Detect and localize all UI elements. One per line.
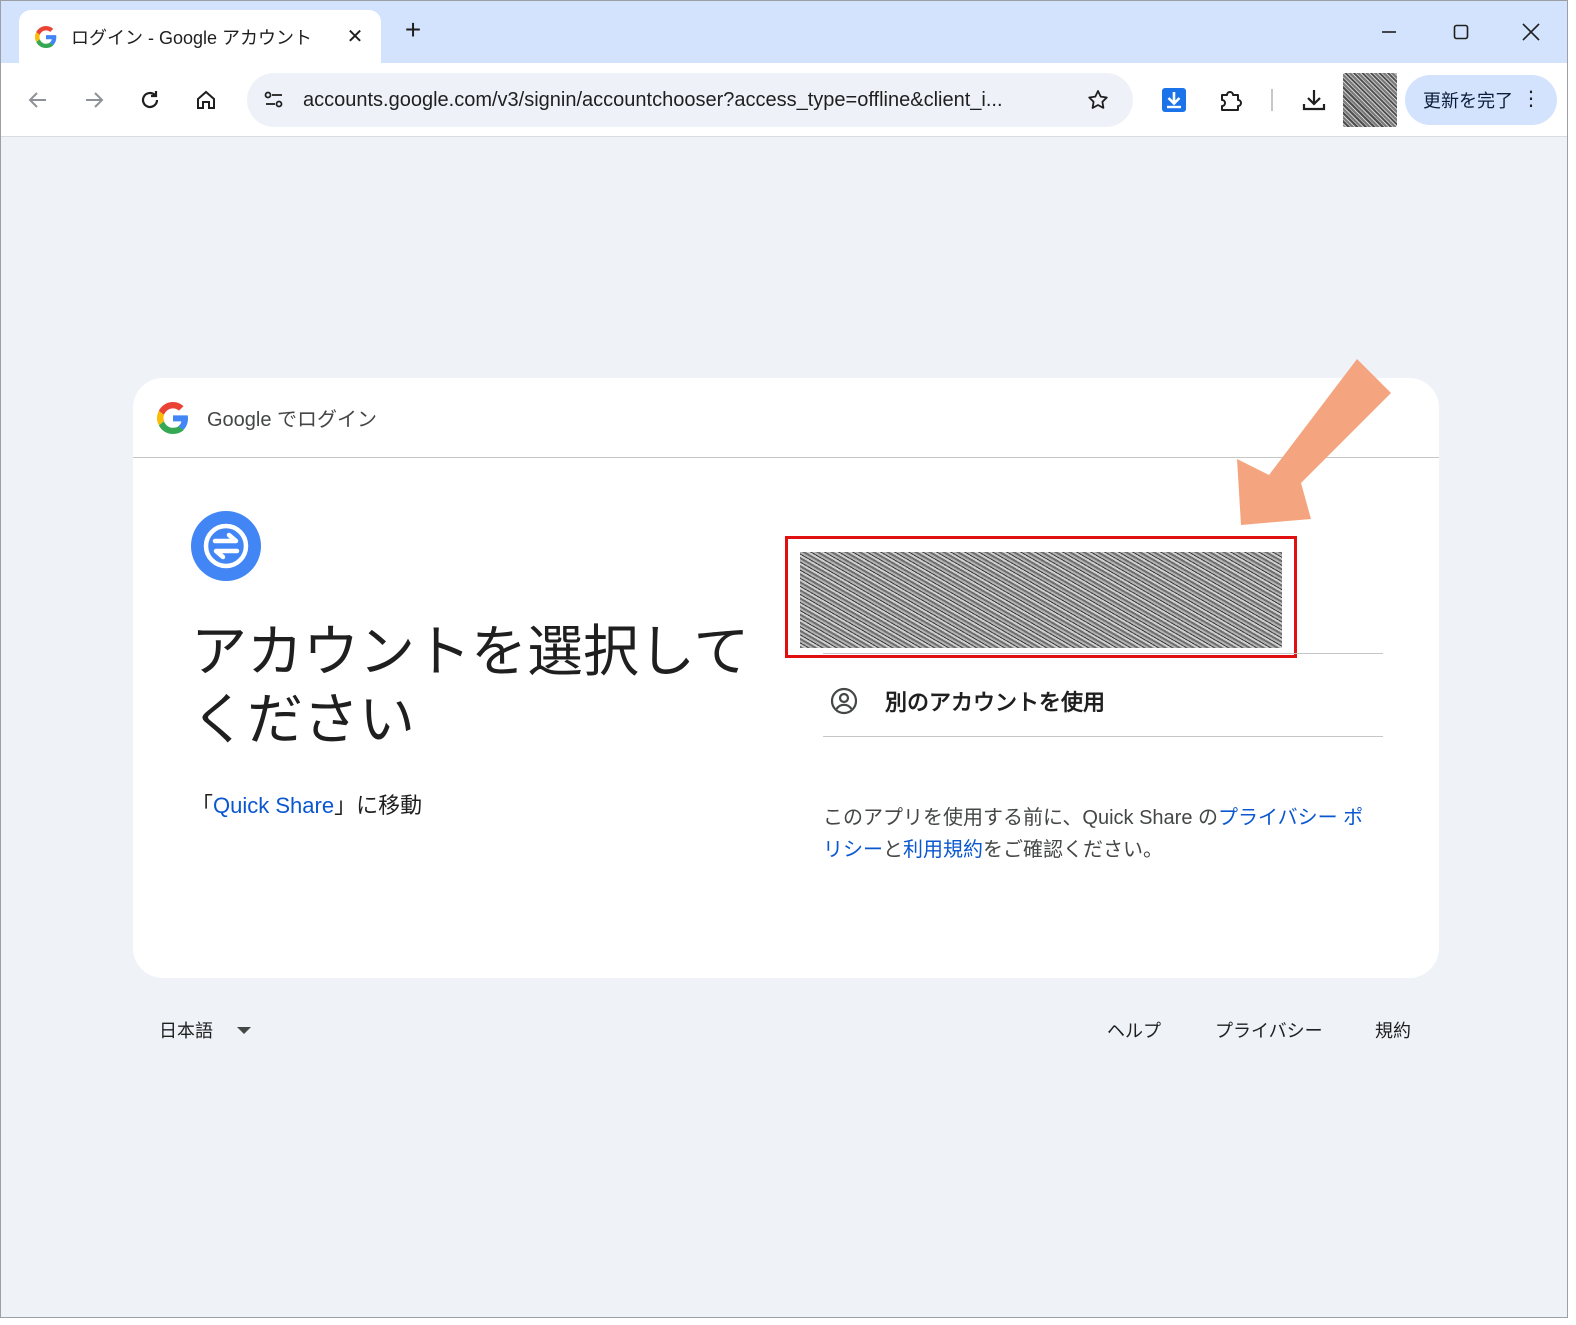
- tab-strip: ログイン - Google アカウント ✕ +: [1, 1, 1567, 63]
- reload-icon[interactable]: [133, 83, 167, 117]
- use-another-account-button[interactable]: 別のアカウントを使用: [823, 661, 1383, 741]
- close-window-icon[interactable]: [1511, 15, 1551, 49]
- page-title: アカウントを選択してください: [191, 620, 750, 751]
- new-tab-button[interactable]: +: [399, 16, 427, 45]
- card-header-text: Google でログイン: [207, 409, 378, 431]
- footer-terms-link[interactable]: 規約: [1375, 1017, 1411, 1043]
- downloads-icon[interactable]: [1297, 83, 1331, 117]
- google-favicon-icon: [35, 25, 57, 48]
- privacy-notice: このアプリを使用する前に、Quick Share のプライバシー ポリシーと利用…: [823, 802, 1383, 866]
- continue-to-app: 「Quick Share」に移動: [191, 788, 422, 820]
- terms-link[interactable]: 利用規約: [903, 839, 983, 861]
- toolbar-separator: [1271, 89, 1273, 111]
- maximize-icon[interactable]: [1441, 15, 1481, 49]
- update-button-label: 更新を完了: [1423, 91, 1513, 111]
- footer-help-link[interactable]: ヘルプ: [1107, 1017, 1161, 1043]
- use-another-account-label: 別のアカウントを使用: [885, 690, 1106, 715]
- annotation-arrow: [1237, 359, 1391, 525]
- language-selector[interactable]: 日本語: [159, 1017, 251, 1043]
- notice-and: と: [883, 839, 903, 861]
- extensions-puzzle-icon[interactable]: [1213, 83, 1247, 117]
- redacted-account-entry[interactable]: [800, 552, 1282, 648]
- forward-icon[interactable]: [77, 83, 111, 117]
- dropdown-caret-icon: [237, 1026, 251, 1034]
- google-logo-icon: [157, 401, 188, 434]
- home-icon[interactable]: [189, 83, 223, 117]
- minimize-icon[interactable]: [1369, 15, 1409, 49]
- download-extension-icon[interactable]: [1157, 83, 1191, 117]
- browser-window: ログイン - Google アカウント ✕ + accounts.google.…: [0, 0, 1568, 1318]
- account-circle-icon: [830, 687, 858, 715]
- update-button[interactable]: 更新を完了 ⋮: [1405, 75, 1557, 125]
- continue-prefix: 「: [191, 793, 214, 818]
- tab-close-icon[interactable]: ✕: [343, 24, 367, 49]
- tab-active[interactable]: ログイン - Google アカウント ✕: [19, 10, 381, 63]
- notice-prefix: このアプリを使用する前に、Quick Share の: [823, 807, 1219, 829]
- quick-share-app-icon: [191, 511, 261, 581]
- notice-suffix: をご確認ください。: [983, 839, 1163, 861]
- browser-toolbar: accounts.google.com/v3/signin/accountcho…: [1, 63, 1567, 137]
- address-bar[interactable]: accounts.google.com/v3/signin/accountcho…: [247, 73, 1133, 127]
- footer-privacy-link[interactable]: プライバシー: [1215, 1017, 1323, 1043]
- account-divider-bottom: [823, 736, 1383, 737]
- tab-title: ログイン - Google アカウント: [71, 27, 313, 48]
- app-name-link[interactable]: Quick Share: [213, 793, 334, 818]
- continue-suffix: 」に移動: [334, 793, 423, 818]
- language-label: 日本語: [159, 1021, 213, 1041]
- bookmark-star-icon[interactable]: [1081, 83, 1115, 117]
- account-highlight-box: [785, 536, 1297, 658]
- back-icon[interactable]: [21, 83, 55, 117]
- more-menu-icon[interactable]: ⋮: [1521, 88, 1541, 110]
- profile-avatar[interactable]: [1343, 73, 1397, 127]
- url-text: accounts.google.com/v3/signin/accountcho…: [303, 88, 1003, 111]
- site-info-icon[interactable]: [257, 83, 291, 117]
- account-divider-top: [823, 653, 1383, 654]
